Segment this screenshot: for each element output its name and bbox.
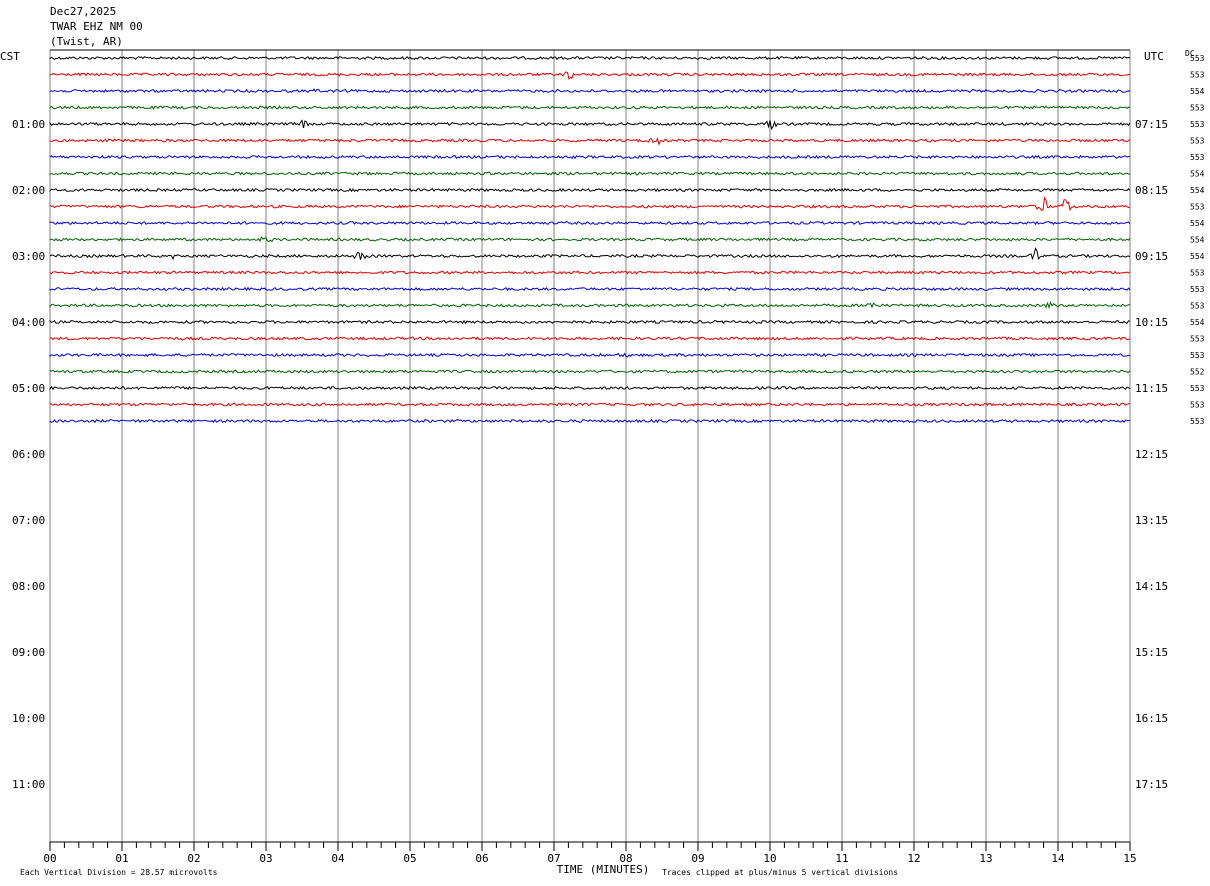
trace-dc-offset: 554 (1190, 219, 1205, 228)
seismic-trace (49, 336, 1131, 341)
right-axis-label: UTC (1144, 50, 1164, 63)
trace-dc-offset: 553 (1190, 104, 1205, 113)
x-tick-label: 10 (763, 852, 776, 865)
trace-dc-offset: 553 (1190, 71, 1205, 80)
left-time-label: 04:00 (12, 316, 45, 329)
left-time-label: 01:00 (12, 118, 45, 131)
right-time-label: 08:15 (1135, 184, 1168, 197)
trace-dc-offset: 553 (1190, 203, 1205, 212)
x-axis-ticks (49, 842, 1131, 851)
left-time-label: 03:00 (12, 250, 45, 263)
trace-dc-offset: 554 (1190, 170, 1205, 179)
seismic-trace (49, 402, 1131, 407)
seismic-trace (49, 196, 1131, 212)
trace-dc-offset: 553 (1190, 335, 1205, 344)
right-time-label: 11:15 (1135, 382, 1168, 395)
clipping-note: Traces clipped at plus/minus 5 vertical … (662, 868, 898, 877)
x-tick-label: 06 (475, 852, 488, 865)
left-time-label: 07:00 (12, 514, 45, 527)
left-time-label: 11:00 (12, 778, 45, 791)
seismic-trace (49, 369, 1131, 374)
trace-dc-offset: 553 (1190, 137, 1205, 146)
x-tick-label: 09 (691, 852, 704, 865)
trace-dc-offset: 552 (1190, 368, 1205, 377)
left-axis-label: CST (0, 50, 20, 63)
trace-dc-offset: 553 (1190, 120, 1205, 129)
trace-dc-offset: 553 (1190, 269, 1205, 278)
trace-dc-offset: 554 (1190, 318, 1205, 327)
seismic-trace (49, 286, 1131, 292)
right-time-label: 17:15 (1135, 778, 1168, 791)
x-tick-label: 01 (115, 852, 128, 865)
seismic-trace (49, 418, 1131, 424)
trace-dc-offset: 553 (1190, 153, 1205, 162)
right-time-label: 10:15 (1135, 316, 1168, 329)
trace-dc-offset: 553 (1190, 302, 1205, 311)
seismic-trace (49, 71, 1131, 80)
x-tick-label: 15 (1123, 852, 1136, 865)
seismic-trace (49, 119, 1131, 131)
trace-dc-offset: 553 (1190, 54, 1205, 63)
seismic-trace (49, 220, 1131, 226)
trace-dc-offset: 553 (1190, 384, 1205, 393)
left-time-label: 05:00 (12, 382, 45, 395)
trace-dc-offset: 554 (1190, 87, 1205, 96)
seismic-trace (49, 88, 1131, 94)
trace-dc-offset: 553 (1190, 285, 1205, 294)
trace-dc-offset: 553 (1190, 417, 1205, 426)
seismic-trace (49, 319, 1131, 325)
right-time-label: 14:15 (1135, 580, 1168, 593)
left-time-label: 02:00 (12, 184, 45, 197)
right-time-label: 16:15 (1135, 712, 1168, 725)
seismic-trace (49, 385, 1131, 391)
seismic-trace (49, 55, 1131, 61)
seismic-trace (49, 270, 1131, 275)
seismic-trace (49, 187, 1131, 193)
left-time-label: 09:00 (12, 646, 45, 659)
right-time-label: 07:15 (1135, 118, 1168, 131)
seismogram-chart: 00 01 02 03 04 05 06 07 08 09 10 11 12 13 14 15TIME (MI… (0, 49, 1205, 877)
right-time-label: 12:15 (1135, 448, 1168, 461)
x-tick-label: 05 (403, 852, 416, 865)
seismic-trace (49, 236, 1131, 243)
seismic-trace (49, 301, 1131, 310)
left-time-label: 08:00 (12, 580, 45, 593)
x-tick-label: 12 (907, 852, 920, 865)
right-time-label: 15:15 (1135, 646, 1168, 659)
seismic-trace (49, 154, 1131, 160)
left-time-label: 10:00 (12, 712, 45, 725)
vertical-division-note: Each Vertical Division = 28.57 microvolt… (20, 868, 218, 877)
x-axis-label: TIME (MINUTES) (557, 863, 650, 876)
x-tick-label: 04 (331, 852, 345, 865)
trace-dc-offset: 554 (1190, 252, 1205, 261)
x-tick-label: 03 (259, 852, 272, 865)
x-tick-label: 14 (1051, 852, 1065, 865)
trace-dc-offset: 553 (1190, 401, 1205, 410)
trace-dc-offset: 554 (1190, 236, 1205, 245)
grid-lines (49, 49, 1131, 843)
seismic-trace (49, 171, 1131, 176)
seismic-trace (49, 137, 1131, 146)
right-time-label: 09:15 (1135, 250, 1168, 263)
trace-group (49, 55, 1131, 424)
trace-dc-offset: 554 (1190, 186, 1205, 195)
right-time-label: 13:15 (1135, 514, 1168, 527)
seismic-trace (49, 246, 1131, 261)
seismic-trace (49, 105, 1131, 110)
x-tick-label: 02 (187, 852, 200, 865)
x-tick-label: 13 (979, 852, 992, 865)
left-time-label: 06:00 (12, 448, 45, 461)
trace-dc-offset: 553 (1190, 351, 1205, 360)
seismic-trace (49, 352, 1131, 358)
x-tick-label: 11 (835, 852, 848, 865)
x-tick-label: 00 (43, 852, 56, 865)
